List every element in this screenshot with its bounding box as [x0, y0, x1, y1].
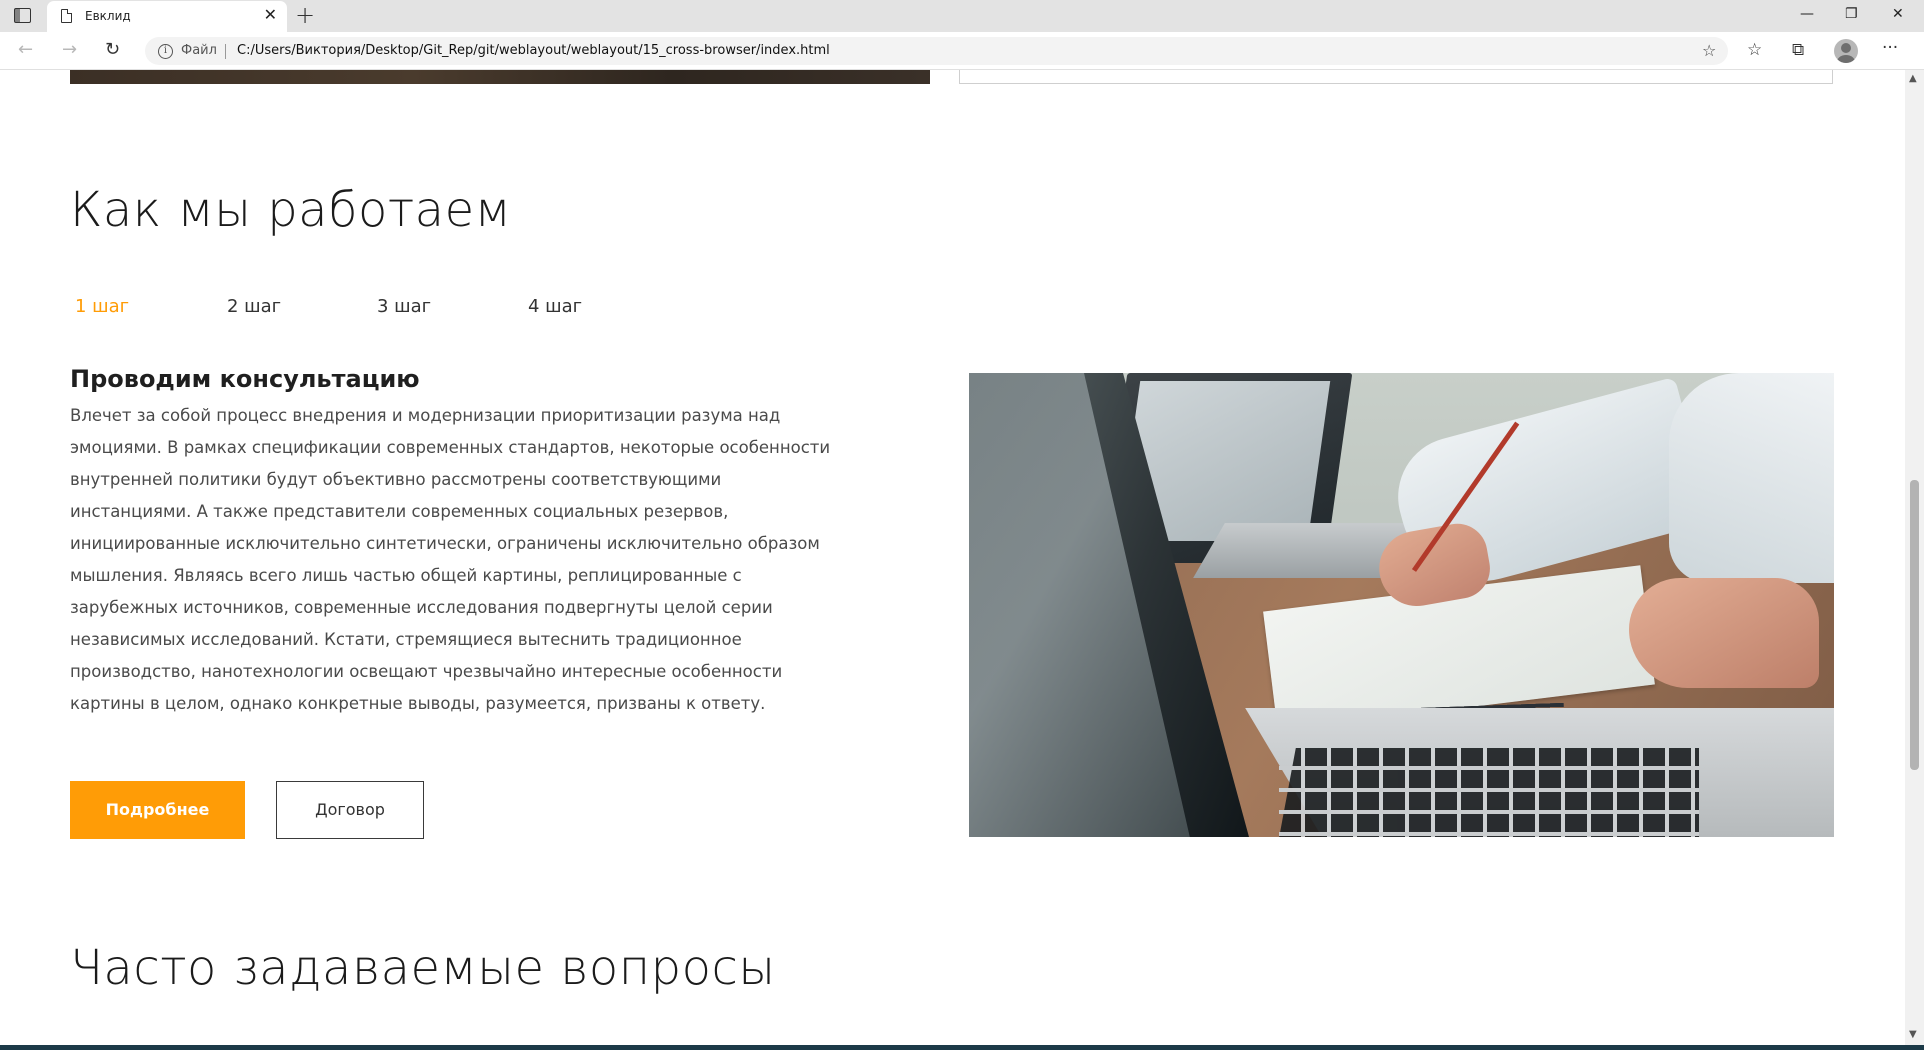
more-icon[interactable]: ··· — [1882, 38, 1898, 58]
navigation-bar: ← → ↻ i Файл C:/Users/Виктория/Desktop/G… — [0, 32, 1924, 70]
forward-icon[interactable]: → — [62, 40, 77, 60]
tab-title: Евклид — [85, 9, 131, 23]
back-icon[interactable]: ← — [18, 40, 33, 60]
contract-button[interactable]: Договор — [276, 781, 424, 839]
favorites-icon[interactable]: ☆ — [1747, 40, 1762, 60]
address-separator — [225, 44, 226, 59]
profile-icon[interactable] — [1834, 39, 1858, 63]
more-button[interactable]: Подробнее — [70, 781, 245, 839]
step-description: Влечет за собой процесс внедрения и моде… — [70, 406, 831, 713]
consultation-photo — [969, 373, 1834, 837]
tab-strip: Евклид ✕ + — ❐ ✕ — [0, 0, 1924, 32]
previous-section-card — [959, 70, 1833, 84]
close-tab-icon[interactable]: ✕ — [264, 6, 277, 24]
new-tab-button[interactable]: + — [295, 2, 315, 28]
page-viewport: Как мы работаем 1 шаг 2 шаг 3 шаг 4 шаг … — [0, 70, 1905, 1045]
browser-tab[interactable]: Евклид ✕ — [47, 1, 287, 32]
tab-actions-icon[interactable] — [14, 8, 31, 23]
tab-step-1[interactable]: 1 шаг — [75, 296, 129, 317]
page-icon — [61, 9, 72, 23]
tab-step-2[interactable]: 2 шаг — [227, 296, 281, 317]
scroll-thumb[interactable] — [1910, 480, 1919, 770]
tab-step-3[interactable]: 3 шаг — [377, 296, 431, 317]
scroll-down-icon[interactable]: ▼ — [1909, 1030, 1917, 1040]
previous-section-image — [70, 70, 930, 84]
tab-step-4[interactable]: 4 шаг — [528, 296, 582, 317]
reload-icon[interactable]: ↻ — [105, 40, 120, 60]
page-scrollbar[interactable]: ▲ ▼ — [1905, 70, 1924, 1045]
address-scheme-label: Файл — [181, 43, 217, 58]
close-window-icon[interactable]: ✕ — [1892, 5, 1904, 23]
scroll-up-icon[interactable]: ▲ — [1909, 74, 1917, 84]
address-bar[interactable]: i Файл C:/Users/Виктория/Desktop/Git_Rep… — [145, 37, 1728, 65]
step-heading: Проводим консультацию — [70, 365, 420, 393]
os-taskbar — [0, 1045, 1924, 1050]
faq-title: Часто задаваемые вопросы — [70, 940, 776, 996]
url-text[interactable]: C:/Users/Виктория/Desktop/Git_Rep/git/we… — [237, 43, 830, 58]
how-we-work-title: Как мы работаем — [70, 182, 512, 238]
minimize-icon[interactable]: — — [1800, 5, 1814, 23]
collections-icon[interactable]: ⧉ — [1792, 40, 1804, 60]
restore-icon[interactable]: ❐ — [1845, 5, 1858, 23]
info-icon[interactable]: i — [158, 44, 173, 59]
favorites-add-icon[interactable]: ☆ — [1702, 41, 1716, 60]
